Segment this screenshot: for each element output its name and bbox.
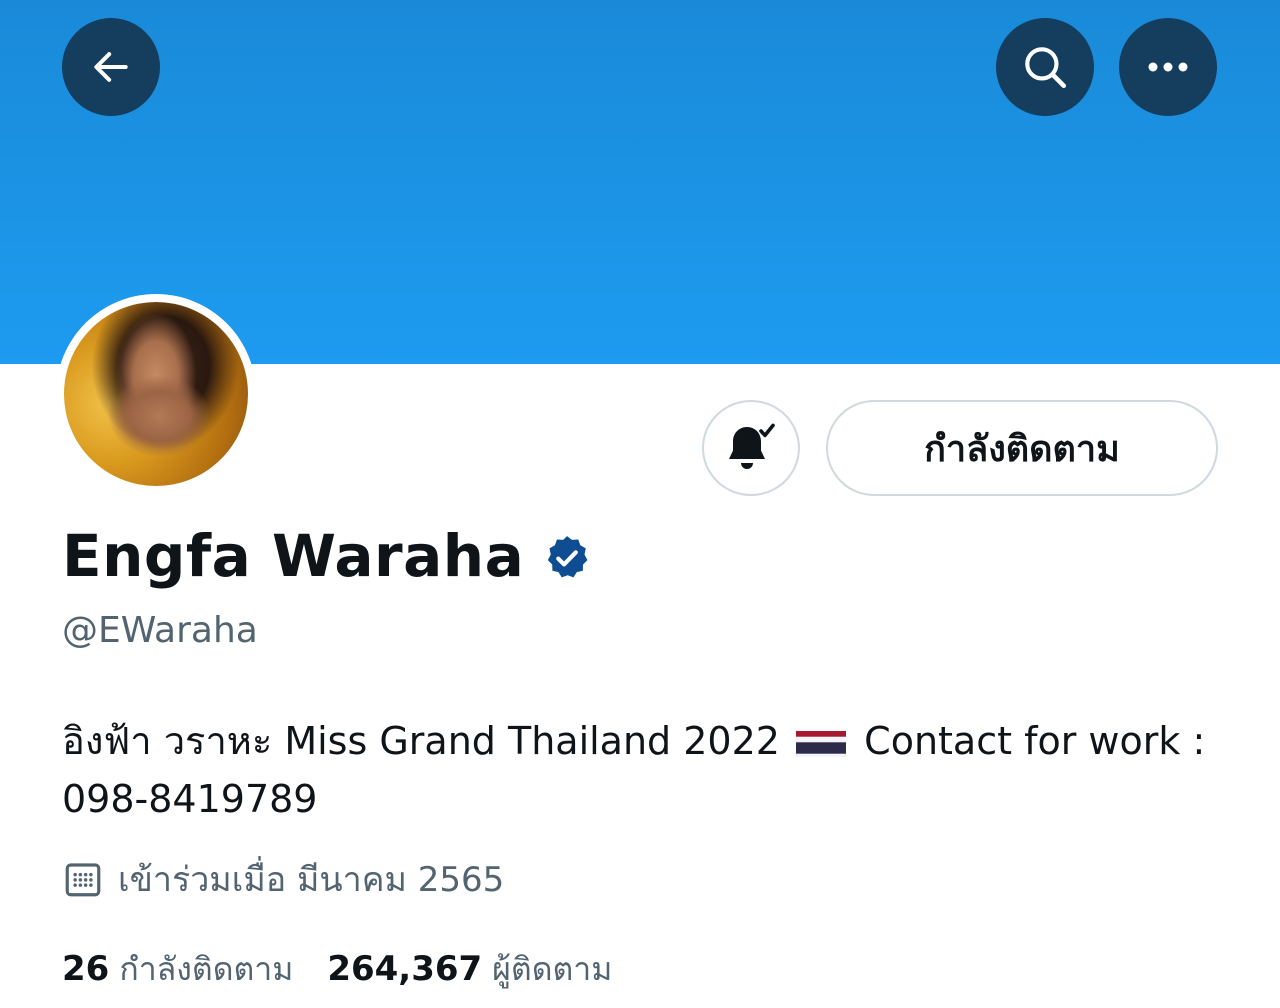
back-button[interactable]: [62, 18, 160, 116]
followers-stat[interactable]: 264,367 ผู้ติดตาม: [327, 944, 612, 995]
avatar-container[interactable]: [56, 294, 256, 494]
profile-bio: อิงฟ้า วราหะ Miss Grand Thailand 2022 Co…: [62, 712, 1212, 828]
following-count: 26: [62, 949, 110, 989]
followers-label: ผู้ติดตาม: [492, 950, 613, 988]
bio-text: อิงฟ้า วราหะ Miss Grand Thailand 2022: [62, 719, 780, 763]
follow-stats: 26 กำลังติดตาม 264,367 ผู้ติดตาม: [62, 944, 646, 995]
more-options-button[interactable]: [1119, 18, 1217, 116]
joined-date: เข้าร่วมเมื่อ มีนาคม 2565: [62, 852, 504, 906]
bell-check-icon: [729, 423, 775, 469]
avatar[interactable]: [64, 302, 248, 486]
search-icon: [1025, 47, 1067, 89]
search-button[interactable]: [996, 18, 1094, 116]
verified-badge-icon[interactable]: [542, 533, 592, 583]
thailand-flag-icon: [796, 723, 847, 757]
joined-text: เข้าร่วมเมื่อ มีนาคม 2565: [118, 860, 505, 900]
more-horizontal-icon: [1148, 62, 1188, 72]
following-label: กำลังติดตาม: [119, 950, 294, 988]
display-name: Engfa Waraha: [62, 522, 525, 590]
user-handle: @EWaraha: [62, 610, 258, 651]
calendar-icon: [65, 863, 101, 897]
notifications-button[interactable]: [702, 400, 800, 496]
name-row: Engfa Waraha: [62, 522, 592, 590]
arrow-left-icon: [94, 52, 128, 82]
followers-count: 264,367: [327, 949, 483, 989]
following-stat[interactable]: 26 กำลังติดตาม: [62, 944, 293, 995]
following-button[interactable]: กำลังติดตาม: [826, 400, 1218, 496]
